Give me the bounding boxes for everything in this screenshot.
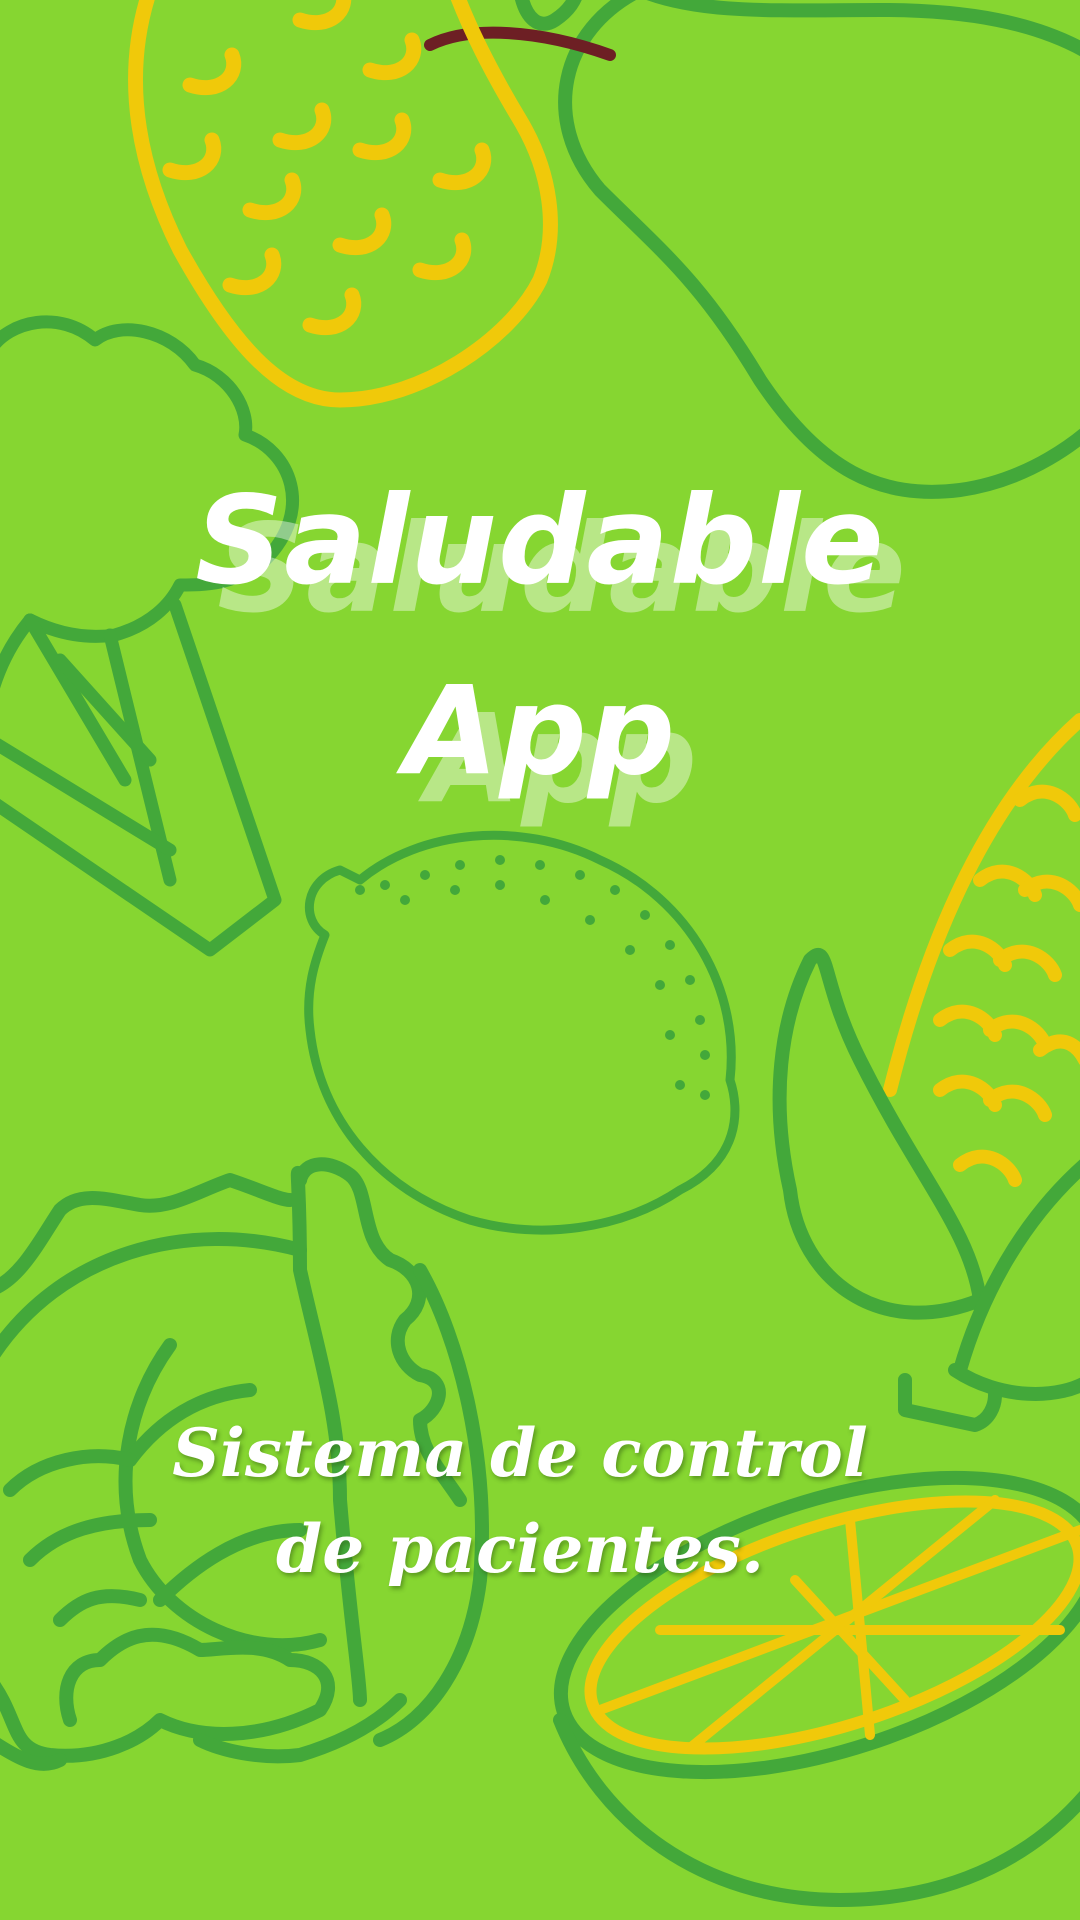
pineapple-icon xyxy=(128,0,558,408)
title-line-1: Saludable Saludable xyxy=(0,480,1080,670)
title-line-2-text: App xyxy=(403,660,677,802)
pear-icon xyxy=(515,0,1080,499)
title-line-2: App App xyxy=(0,670,1080,860)
splash-screen: Saludable Saludable App App Sistema de c… xyxy=(0,0,1080,1920)
lemon-icon xyxy=(304,830,740,1235)
app-title: Saludable Saludable App App xyxy=(0,480,1080,860)
title-line-1-text: Saludable xyxy=(195,470,885,612)
app-subtitle: Sistema de control de pacientes. xyxy=(172,1414,868,1588)
fruit-vegetable-background xyxy=(0,0,1080,1908)
